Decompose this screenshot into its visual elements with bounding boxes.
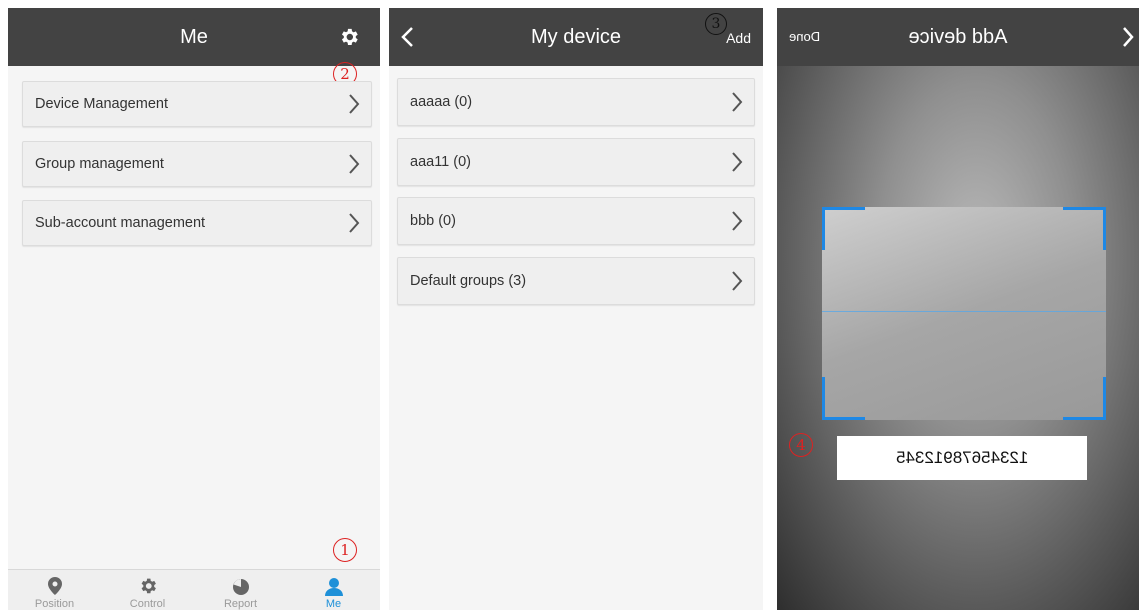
location-pin-icon [48,577,62,595]
scan-corner [1063,377,1106,420]
group-row[interactable]: aaaaa (0) [397,78,755,126]
person-icon [325,578,343,596]
group-row[interactable]: bbb (0) [397,197,755,245]
group-label: aaaaa (0) [410,94,473,110]
menu-item-label: Sub-account management [35,215,206,231]
annotation-marker-4: 4 [789,433,813,457]
add-device-title: Add device [908,26,1008,48]
add-device-screen: Done Add device 4 12345678912345 [777,8,1139,610]
chevron-right-icon [349,213,360,233]
gear-icon [141,578,156,594]
scan-frame [822,207,1106,420]
gear-icon[interactable] [338,26,360,48]
chevron-right-icon [732,92,743,112]
annotation-marker-1: 1 [333,538,357,562]
scan-corner [1063,207,1106,250]
chevron-right-icon [732,271,743,291]
me-screen: Me 2 Device Management Group management … [8,8,380,610]
nav-tab-position[interactable]: Position [8,570,101,610]
nav-label: Position [34,598,75,610]
scan-corner [822,207,865,250]
pie-chart-icon [233,579,249,595]
scan-line [822,311,1106,312]
add-device-header: Done Add device [777,8,1139,66]
menu-item-label: Group management [35,156,164,172]
nav-label: Control [129,598,166,610]
nav-tab-me[interactable]: Me [287,570,380,610]
chevron-right-icon [349,154,360,174]
menu-item-group-management[interactable]: Group management [22,141,372,187]
group-label: aaa11 (0) [410,154,471,170]
group-label: bbb (0) [410,213,456,229]
annotation-marker-3: 3 [705,13,727,35]
nav-tab-report[interactable]: Report [194,570,287,610]
add-device-button[interactable]: Add [726,30,751,46]
menu-item-sub-account-management[interactable]: Sub-account management [22,200,372,246]
nav-tab-control[interactable]: Control [101,570,194,610]
bottom-nav: Position Control Report Me [8,569,380,610]
scan-corner [822,377,865,420]
chevron-right-icon [349,94,360,114]
menu-item-label: Device Management [35,96,168,112]
chevron-right-icon[interactable] [1121,26,1135,48]
me-title: Me [180,26,208,48]
scanned-code-field[interactable]: 12345678912345 [837,436,1087,480]
my-device-screen: My device 3 Add aaaaa (0) aaa11 (0) bbb … [389,8,763,610]
me-header: Me [8,8,380,66]
group-row[interactable]: aaa11 (0) [397,138,755,186]
nav-label: Me [325,598,342,610]
my-device-header: My device 3 Add [389,8,763,66]
menu-item-device-management[interactable]: Device Management [22,81,372,127]
group-label: Default groups (3) [410,273,527,289]
scanned-code-value: 12345678912345 [895,448,1029,467]
group-row[interactable]: Default groups (3) [397,257,755,305]
chevron-right-icon [732,211,743,231]
chevron-right-icon [732,152,743,172]
nav-label: Report [223,598,258,610]
